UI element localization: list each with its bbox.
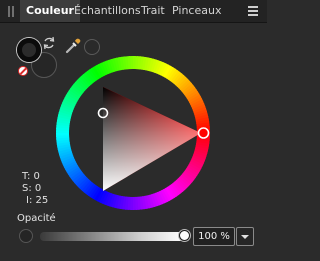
fill-stroke-swatches bbox=[17, 36, 57, 80]
opacity-value-field[interactable]: 100 % bbox=[193, 227, 235, 246]
tsi-readout: T: 0 S: 0 I: 25 bbox=[22, 171, 48, 207]
panel-tab-bar: Couleur Échantillons Trait Pinceaux bbox=[0, 0, 267, 23]
tab-echantillons[interactable]: Échantillons bbox=[74, 0, 141, 22]
hue-handle[interactable] bbox=[197, 127, 210, 139]
color-wheel[interactable] bbox=[55, 55, 211, 211]
intensity-value: I: 25 bbox=[26, 195, 49, 206]
opacity-swatch[interactable] bbox=[19, 229, 33, 243]
swap-colors-icon[interactable] bbox=[42, 36, 56, 50]
opacity-slider-thumb[interactable] bbox=[179, 230, 190, 241]
hamburger-menu-icon[interactable] bbox=[248, 6, 258, 16]
opacity-slider[interactable] bbox=[40, 232, 184, 241]
saturation-value: S: 0 bbox=[22, 183, 42, 194]
tab-couleur[interactable]: Couleur bbox=[20, 0, 80, 22]
eyedropper-icon[interactable] bbox=[64, 37, 82, 55]
picked-color-swatch[interactable] bbox=[84, 39, 100, 55]
no-color-icon[interactable] bbox=[18, 66, 28, 76]
fill-color-swatch[interactable] bbox=[17, 38, 41, 62]
chevron-down-icon[interactable] bbox=[236, 227, 254, 246]
tab-trait[interactable]: Trait bbox=[141, 0, 165, 22]
tab-pinceaux[interactable]: Pinceaux bbox=[172, 0, 221, 22]
opacity-label: Opacité bbox=[17, 213, 56, 224]
hue-value: T: 0 bbox=[22, 171, 40, 182]
drag-handle-icon[interactable] bbox=[8, 6, 14, 17]
